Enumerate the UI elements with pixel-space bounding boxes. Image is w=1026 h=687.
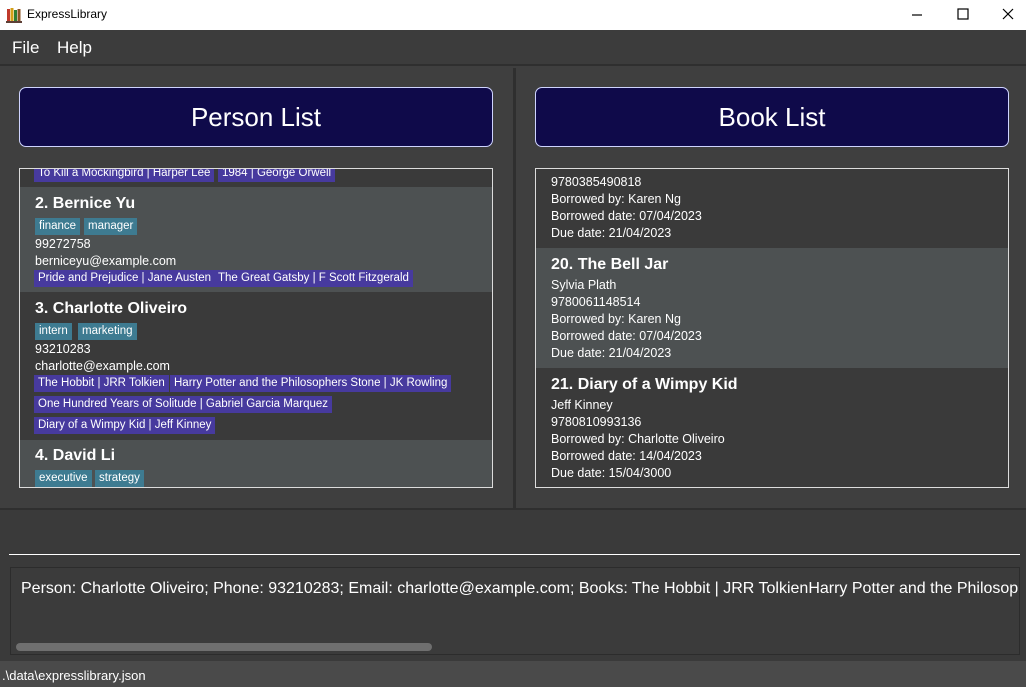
book-isbn: 9780061148514 — [551, 295, 641, 309]
book-author: Sylvia Plath — [551, 278, 617, 292]
book-isbn: 9780810993136 — [551, 415, 642, 429]
result-display[interactable]: Person: Charlotte Oliveiro; Phone: 93210… — [10, 567, 1020, 655]
command-underline — [9, 554, 1020, 555]
list-item[interactable]: 3. Charlotte Oliveiro intern marketing 9… — [20, 292, 492, 440]
book-borrowed-date: Borrowed date: 07/04/2023 — [551, 209, 702, 223]
person-pane: Person List To Kill a Mockingbird | Harp… — [0, 68, 513, 508]
window-title: ExpressLibrary — [27, 7, 108, 21]
save-location: .\data\expresslibrary.json — [2, 668, 146, 683]
book-pane: Book List 9780385490818 Borrowed by: Kar… — [516, 68, 1026, 508]
book-tag: To Kill a Mockingbird | Harper Lee — [34, 169, 215, 182]
tag: executive — [35, 470, 92, 487]
person-list-header[interactable]: Person List — [19, 87, 493, 147]
close-icon — [1002, 8, 1014, 20]
person-email: charlotte@example.com — [35, 359, 170, 373]
book-isbn: 9780385490818 — [551, 175, 642, 189]
book-tag: The Great Gatsby | F Scott Fitzgerald — [214, 270, 413, 287]
tag: strategy — [95, 470, 144, 487]
minimize-button[interactable] — [894, 0, 940, 30]
list-item[interactable]: 9780385490818 Borrowed by: Karen Ng Borr… — [536, 169, 1008, 248]
person-email: berniceyu@example.com — [35, 254, 177, 268]
book-borrowed-date: Borrowed date: 14/04/2023 — [551, 449, 702, 463]
result-text: Person: Charlotte Oliveiro; Phone: 93210… — [21, 580, 1019, 597]
book-tag: One Hundred Years of Solitude | Gabriel … — [34, 396, 333, 413]
book-tag: The Hobbit | JRR Tolkien — [34, 375, 169, 392]
status-bar: .\data\expresslibrary.json — [0, 661, 1026, 687]
list-item[interactable]: To Kill a Mockingbird | Harper Lee 1984 … — [20, 169, 492, 187]
person-phone: 93210283 — [35, 342, 91, 356]
horizontal-scrollbar[interactable] — [16, 643, 432, 651]
tag: marketing — [78, 323, 137, 340]
book-due-date: Due date: 21/04/2023 — [551, 346, 672, 360]
book-tag: Harry Potter and the Philosophers Stone … — [170, 375, 452, 392]
book-due-date: Due date: 15/04/3000 — [551, 466, 672, 480]
book-borrower: Borrowed by: Karen Ng — [551, 312, 681, 326]
book-list-header[interactable]: Book List — [535, 87, 1009, 147]
menu-bar: File Help — [0, 30, 1026, 66]
command-input[interactable] — [9, 518, 1020, 556]
book-tag: Diary of a Wimpy Kid | Jeff Kinney — [34, 417, 216, 434]
menu-file[interactable]: File — [12, 38, 39, 58]
book-list[interactable]: 9780385490818 Borrowed by: Karen Ng Borr… — [535, 168, 1009, 488]
maximize-icon — [957, 8, 969, 20]
person-list[interactable]: To Kill a Mockingbird | Harper Lee 1984 … — [19, 168, 493, 488]
tag: intern — [35, 323, 72, 340]
book-tag: 1984 | George Orwell — [218, 169, 336, 182]
person-phone: 99272758 — [35, 237, 91, 251]
menu-help[interactable]: Help — [57, 38, 92, 58]
command-box[interactable] — [0, 508, 1026, 564]
list-item[interactable]: 20. The Bell Jar Sylvia Plath 9780061148… — [536, 248, 1008, 368]
book-tag: Pride and Prejudice | Jane Austen — [34, 270, 216, 287]
person-name: 3. Charlotte Oliveiro — [35, 300, 188, 317]
book-borrower: Borrowed by: Karen Ng — [551, 192, 681, 206]
list-item[interactable]: 4. David Li executive strategy — [20, 440, 492, 487]
tag: manager — [84, 218, 138, 235]
close-button[interactable] — [985, 0, 1026, 30]
book-due-date: Due date: 21/04/2023 — [551, 226, 672, 240]
minimize-icon — [912, 14, 922, 16]
tag: finance — [35, 218, 81, 235]
person-name: 2. Bernice Yu — [35, 195, 136, 212]
book-borrower: Borrowed by: Charlotte Oliveiro — [551, 432, 725, 446]
maximize-button[interactable] — [940, 0, 986, 30]
book-borrowed-date: Borrowed date: 07/04/2023 — [551, 329, 702, 343]
book-title: 21. Diary of a Wimpy Kid — [551, 376, 738, 393]
book-title: 20. The Bell Jar — [551, 256, 669, 273]
list-item[interactable]: 21. Diary of a Wimpy Kid Jeff Kinney 978… — [536, 368, 1008, 487]
person-name: 4. David Li — [35, 447, 116, 464]
book-author: Jeff Kinney — [551, 398, 613, 412]
books-icon — [6, 8, 22, 23]
title-bar: ExpressLibrary — [0, 0, 1026, 30]
list-item[interactable]: 2. Bernice Yu finance manager 99272758 b… — [20, 187, 492, 292]
